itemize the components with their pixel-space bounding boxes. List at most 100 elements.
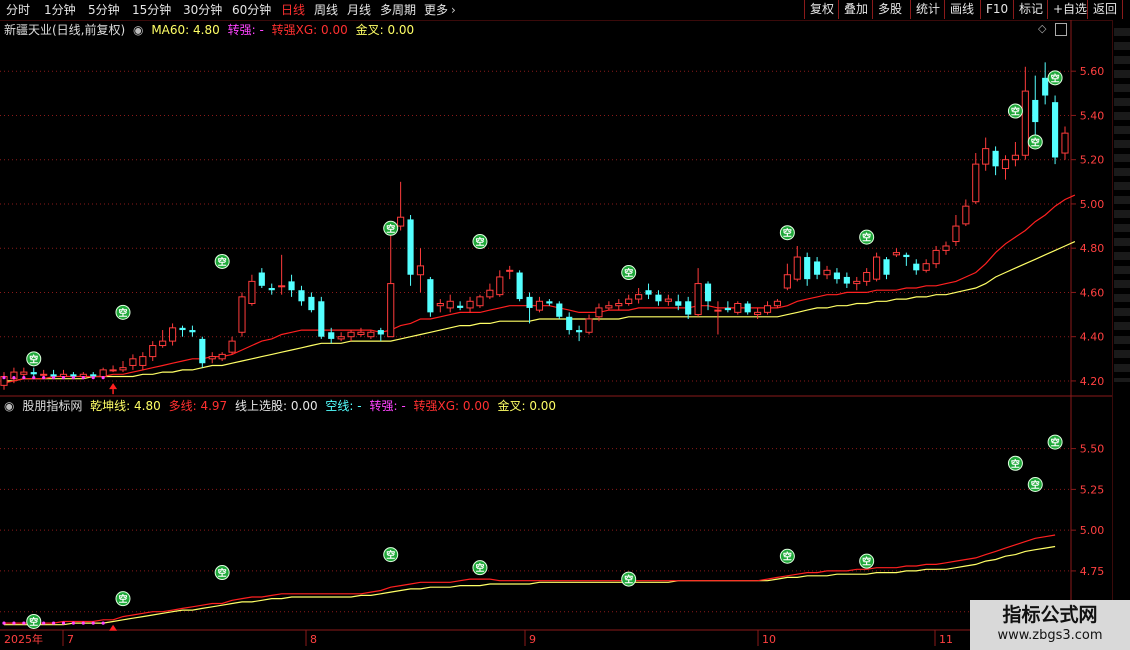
candle-body-down bbox=[1042, 77, 1049, 96]
diamond-icon[interactable]: ◇ bbox=[1038, 22, 1046, 35]
main-price-label: 5.20 bbox=[1080, 154, 1105, 167]
candle-body-up bbox=[476, 296, 484, 307]
back-button[interactable]: 返回 bbox=[1087, 0, 1124, 19]
candle-body-down bbox=[427, 279, 434, 313]
qiankun-label: 乾坤线: bbox=[90, 399, 131, 413]
sub-price-label: 4.75 bbox=[1080, 565, 1105, 578]
pink-dot bbox=[91, 376, 95, 380]
sub-jincha-label: 金叉: bbox=[497, 399, 526, 413]
pink-dot bbox=[32, 376, 36, 380]
candle-body-down bbox=[913, 263, 920, 271]
candle-body-up bbox=[367, 331, 375, 338]
sub-kong-marker-glyph: 空 bbox=[1011, 458, 1020, 470]
biaoji-button[interactable]: 标记 bbox=[1013, 0, 1048, 19]
candle-body-up bbox=[773, 300, 782, 307]
candle-body-up bbox=[129, 358, 137, 366]
candle-body-down bbox=[516, 272, 523, 300]
period-tab-15min[interactable]: 15分钟 bbox=[132, 1, 171, 19]
duogu-button[interactable]: 多股 bbox=[872, 0, 907, 19]
candle-body-up bbox=[1011, 154, 1019, 161]
sub-kong-marker-glyph: 空 bbox=[624, 574, 633, 586]
ma60-label: MA60: bbox=[151, 23, 190, 37]
candle-body-down bbox=[199, 338, 206, 364]
main-price-label: 5.60 bbox=[1080, 65, 1105, 78]
candle-body-down bbox=[268, 288, 275, 291]
candle-body-up bbox=[416, 265, 425, 276]
candle-body-up bbox=[168, 327, 177, 342]
kongxian-label: 空线: bbox=[325, 399, 354, 413]
date-label: 9 bbox=[529, 633, 536, 646]
diejia-button[interactable]: 叠加 bbox=[838, 0, 873, 19]
date-label: 2025年 bbox=[4, 632, 43, 646]
chevron-right-icon: › bbox=[451, 3, 456, 17]
candle-body-down bbox=[685, 301, 692, 315]
period-tab-weekly[interactable]: 周线 bbox=[314, 1, 338, 19]
f10-button[interactable]: F10 bbox=[980, 0, 1013, 19]
sub-kong-marker-glyph: 空 bbox=[1031, 479, 1040, 491]
candle-body-down bbox=[814, 261, 821, 275]
candle-body-up bbox=[793, 256, 801, 280]
fuquan-button[interactable]: 复权 bbox=[804, 0, 839, 19]
tongji-button[interactable]: 统计 bbox=[910, 0, 945, 19]
period-tab-monthly[interactable]: 月线 bbox=[347, 1, 371, 19]
settings-icon[interactable]: ◉ bbox=[133, 23, 143, 37]
candle-body-up bbox=[218, 353, 226, 360]
indicator-title: 股朋指标网 bbox=[22, 399, 83, 413]
sub-pink-dot bbox=[61, 621, 66, 625]
period-tab-more[interactable]: 更多 › bbox=[424, 1, 456, 19]
period-tab-5min[interactable]: 5分钟 bbox=[88, 1, 120, 19]
candle-body-up bbox=[962, 205, 970, 225]
candle-body-down bbox=[377, 330, 384, 335]
period-tab-60min[interactable]: 60分钟 bbox=[232, 1, 271, 19]
sub-pink-dot bbox=[101, 621, 105, 625]
date-label: 11 bbox=[939, 633, 953, 646]
candle-body-up bbox=[446, 300, 454, 309]
candle-body-down bbox=[843, 276, 850, 284]
candle-body-up bbox=[863, 272, 871, 282]
candle-body-down bbox=[288, 281, 295, 291]
kong-marker-glyph: 空 bbox=[862, 232, 871, 244]
kline-chart[interactable]: 空空空空空空空 空空空空空空空空空空空 空空空空 5.605.405.205.004… bbox=[0, 20, 1112, 650]
watermark-url: www.zbgs3.com bbox=[997, 628, 1103, 643]
panel-toggle-icon[interactable] bbox=[1055, 23, 1067, 36]
candle-body-up bbox=[248, 280, 256, 304]
candle-body-down bbox=[1052, 102, 1059, 158]
period-tab-1min[interactable]: 1分钟 bbox=[44, 1, 76, 19]
sub-price-label: 5.50 bbox=[1080, 443, 1105, 456]
candle-body-down bbox=[992, 150, 999, 167]
sub-pink-dot bbox=[91, 621, 95, 625]
pink-dot bbox=[2, 376, 6, 380]
sub-pink-dot bbox=[42, 621, 46, 625]
candle-body-down bbox=[724, 307, 731, 311]
period-tab-fenshi[interactable]: 分时 bbox=[6, 1, 30, 19]
candle-body-down bbox=[407, 219, 414, 275]
candle-body-down bbox=[704, 283, 712, 302]
period-tab-multi[interactable]: 多周期 bbox=[380, 1, 416, 19]
info-sidebar[interactable] bbox=[1112, 20, 1130, 650]
sub-kong-marker-glyph: 空 bbox=[1051, 437, 1060, 449]
sub-settings-icon[interactable]: ◉ bbox=[4, 399, 14, 413]
qiankun-line bbox=[4, 545, 1056, 626]
period-tab-daily[interactable]: 日线 bbox=[281, 1, 305, 19]
jincha-value: 0.00 bbox=[387, 23, 415, 37]
kong-marker-glyph: 空 bbox=[1031, 136, 1040, 148]
candle-body-down bbox=[576, 330, 583, 333]
candle-body-down bbox=[655, 294, 662, 302]
huaxian-button[interactable]: 画线 bbox=[944, 0, 979, 19]
main-price-label: 4.80 bbox=[1080, 242, 1105, 255]
pink-dot bbox=[22, 376, 26, 380]
candle-body-down bbox=[298, 290, 305, 302]
candle-body-up bbox=[20, 371, 28, 375]
add-watchlist-button[interactable]: +自选 bbox=[1047, 0, 1092, 19]
main-price-label: 4.40 bbox=[1080, 331, 1105, 344]
candle-body-down bbox=[318, 301, 325, 337]
candle-body-up bbox=[535, 300, 544, 311]
sub-up-arrow-icon bbox=[109, 624, 118, 631]
period-tab-30min[interactable]: 30分钟 bbox=[183, 1, 222, 19]
candle-body-up bbox=[397, 216, 405, 227]
kongxian-value: - bbox=[357, 399, 362, 413]
zhuanqiang-xg-value: 0.00 bbox=[321, 23, 348, 37]
main-legend: 新疆天业(日线,前复权) ◉ MA60: 4.80 转强: - 转强XG: 0.… bbox=[4, 22, 418, 38]
candle-body-up bbox=[357, 331, 365, 335]
candle-body-down bbox=[903, 254, 910, 258]
